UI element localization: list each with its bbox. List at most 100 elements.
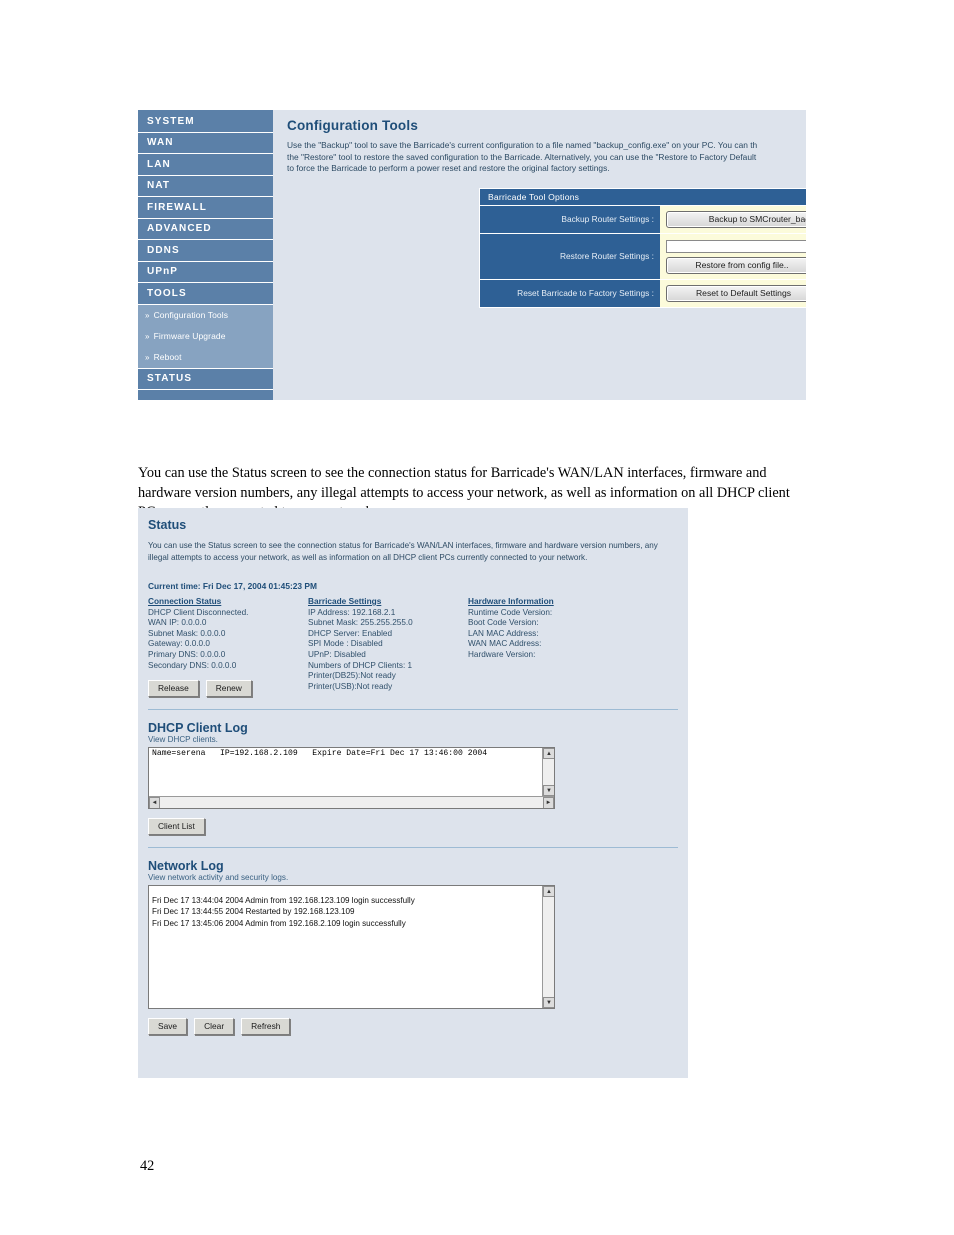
status-line: UPnP: Disabled [308, 649, 366, 659]
sidebar-item-lan[interactable]: LAN [138, 154, 273, 176]
status-line: WAN IP: 0.0.0.0 [148, 618, 207, 628]
status-page-title: Status [148, 518, 187, 532]
sidebar-item-label: STATUS [147, 373, 193, 385]
network-log-title: Network Log [148, 859, 224, 874]
status-line: Runtime Code Version: [468, 607, 553, 617]
column-heading: Connection Status [148, 596, 222, 606]
barricade-settings-column: Barricade Settings IP Address: 192.168.2… [308, 596, 468, 697]
page-title: Configuration Tools [287, 118, 419, 133]
row-value: Backup to SMCrouter_backup.bin [660, 205, 806, 233]
refresh-button[interactable]: Refresh [241, 1018, 291, 1036]
barricade-tool-options-table: Barricade Tool Options Backup Router Set… [479, 187, 806, 308]
dhcp-log-content: Name=serena IP=192.168.2.109 Expire Date… [152, 749, 488, 759]
scroll-down-icon[interactable]: ▼ [543, 785, 554, 797]
row-value: Reset to Default Settings [660, 279, 806, 307]
status-line: Subnet Mask: 0.0.0.0 [148, 628, 226, 638]
row-value: Browse... Restore from config file.. [660, 233, 806, 279]
chevron-right-icon: » [145, 310, 150, 320]
status-description: You can use the Status screen to see the… [148, 541, 658, 562]
status-line: DHCP Server: Enabled [308, 628, 393, 638]
dhcp-log-horizontal-scrollbar[interactable]: ◄ ► [149, 796, 554, 809]
backup-button[interactable]: Backup to SMCrouter_backup.bin [666, 210, 806, 228]
scroll-left-icon[interactable]: ◄ [149, 796, 160, 809]
column-heading: Barricade Settings [308, 596, 382, 606]
sidebar-item-label: FIREWALL [147, 201, 207, 213]
sidebar-nav: SYSTEM WAN LAN NAT FIREWALL ADVANCED DDN… [138, 110, 273, 400]
sidebar-item-nat[interactable]: NAT [138, 175, 273, 197]
sidebar-item-configuration-tools[interactable]: » Configuration Tools [138, 304, 273, 326]
status-line: Numbers of DHCP Clients: 1 [308, 660, 413, 670]
status-line: LAN MAC Address: [468, 628, 539, 638]
sidebar-item-firmware-upgrade[interactable]: » Firmware Upgrade [138, 325, 273, 347]
network-log-buttons: Save Clear Refresh [148, 1018, 676, 1036]
row-label: Restore Router Settings : [480, 233, 660, 279]
status-line: DHCP Client Disconnected. [148, 607, 249, 617]
status-line: Printer(USB):Not ready [308, 681, 393, 691]
scroll-up-icon[interactable]: ▲ [543, 748, 554, 760]
chevron-right-icon: » [145, 352, 150, 362]
sidebar-item-label: UPnP [147, 266, 179, 278]
sidebar-item-system[interactable]: SYSTEM [138, 111, 273, 133]
sidebar-item-firewall[interactable]: FIREWALL [138, 197, 273, 219]
status-screenshot: Status You can use the Status screen to … [138, 508, 688, 1078]
scroll-up-icon[interactable]: ▲ [543, 886, 554, 898]
status-columns: Connection Status DHCP Client Disconnect… [148, 596, 676, 698]
section-divider [148, 847, 678, 849]
sidebar-item-upnp[interactable]: UPnP [138, 261, 273, 283]
sidebar-item-label: Reboot [153, 352, 182, 362]
dhcp-client-log-title: DHCP Client Log [148, 721, 248, 736]
renew-button[interactable]: Renew [205, 680, 252, 698]
table-header: Barricade Tool Options [480, 188, 806, 205]
restore-button[interactable]: Restore from config file.. [666, 256, 806, 274]
status-line: Hardware Version: [468, 649, 536, 659]
table-row-backup: Backup Router Settings : Backup to SMCro… [480, 204, 806, 233]
sidebar-item-label: Firmware Upgrade [153, 331, 226, 341]
client-list-button[interactable]: Client List [148, 818, 205, 836]
status-line: Printer(DB25):Not ready [308, 671, 396, 681]
sidebar-filler [138, 390, 273, 400]
network-log-subtitle: View network activity and security logs. [148, 873, 289, 883]
scroll-right-icon[interactable]: ► [543, 796, 554, 809]
table-row-restore: Restore Router Settings : Browse... Rest… [480, 232, 806, 279]
dhcp-log-vertical-scrollbar[interactable]: ▲ ▼ [542, 748, 554, 797]
network-log-textarea[interactable]: Fri Dec 17 13:44:04 2004 Admin from 192.… [148, 885, 555, 1010]
status-line: Gateway: 0.0.0.0 [148, 639, 210, 649]
description-line: to force the Barricade to perform a powe… [287, 163, 610, 174]
release-button[interactable]: Release [148, 680, 199, 698]
status-line: Boot Code Version: [468, 618, 539, 628]
sidebar-item-label: LAN [147, 158, 171, 170]
scroll-down-icon[interactable]: ▼ [543, 997, 554, 1009]
config-file-input[interactable] [666, 239, 806, 253]
sidebar-item-label: ADVANCED [147, 223, 212, 235]
clear-button[interactable]: Clear [194, 1018, 235, 1036]
section-divider [148, 709, 678, 711]
sidebar-item-tools[interactable]: TOOLS [138, 283, 273, 305]
status-line: IP Address: 192.168.2.1 [308, 607, 396, 617]
row-label: Backup Router Settings : [480, 205, 660, 233]
save-button[interactable]: Save [148, 1018, 188, 1036]
dhcp-client-log-subtitle: View DHCP clients. [148, 735, 218, 745]
hardware-information-column: Hardware Information Runtime Code Versio… [468, 596, 676, 697]
file-picker-row: Browse... [666, 239, 806, 254]
sidebar-item-label: DDNS [147, 244, 180, 256]
reset-to-default-button[interactable]: Reset to Default Settings [666, 284, 806, 302]
sidebar-item-label: NAT [147, 180, 171, 192]
dhcp-client-log-textarea[interactable]: Name=serena IP=192.168.2.109 Expire Date… [148, 747, 555, 810]
current-time-label: Current time: Fri Dec 17, 2004 01:45:23 … [148, 581, 317, 591]
status-line: Subnet Mask: 255.255.255.0 [308, 618, 413, 628]
network-log-content: Fri Dec 17 13:44:04 2004 Admin from 192.… [152, 896, 415, 928]
dhcp-log-buttons: Client List [148, 818, 676, 836]
configuration-tools-screenshot: SYSTEM WAN LAN NAT FIREWALL ADVANCED DDN… [138, 110, 806, 400]
network-log-vertical-scrollbar[interactable]: ▲ ▼ [542, 886, 554, 1009]
sidebar-item-reboot[interactable]: » Reboot [138, 346, 273, 368]
sidebar-item-ddns[interactable]: DDNS [138, 240, 273, 262]
chevron-right-icon: » [145, 331, 150, 341]
column-heading: Hardware Information [468, 596, 554, 606]
connection-buttons: Release Renew [148, 680, 308, 698]
configuration-tools-content: Configuration Tools Use the "Backup" too… [273, 110, 806, 400]
sidebar-item-status[interactable]: STATUS [138, 368, 273, 390]
sidebar-item-wan[interactable]: WAN [138, 132, 273, 154]
page-number: 42 [140, 1158, 155, 1174]
sidebar-item-advanced[interactable]: ADVANCED [138, 218, 273, 240]
status-line: SPI Mode : Disabled [308, 639, 383, 649]
